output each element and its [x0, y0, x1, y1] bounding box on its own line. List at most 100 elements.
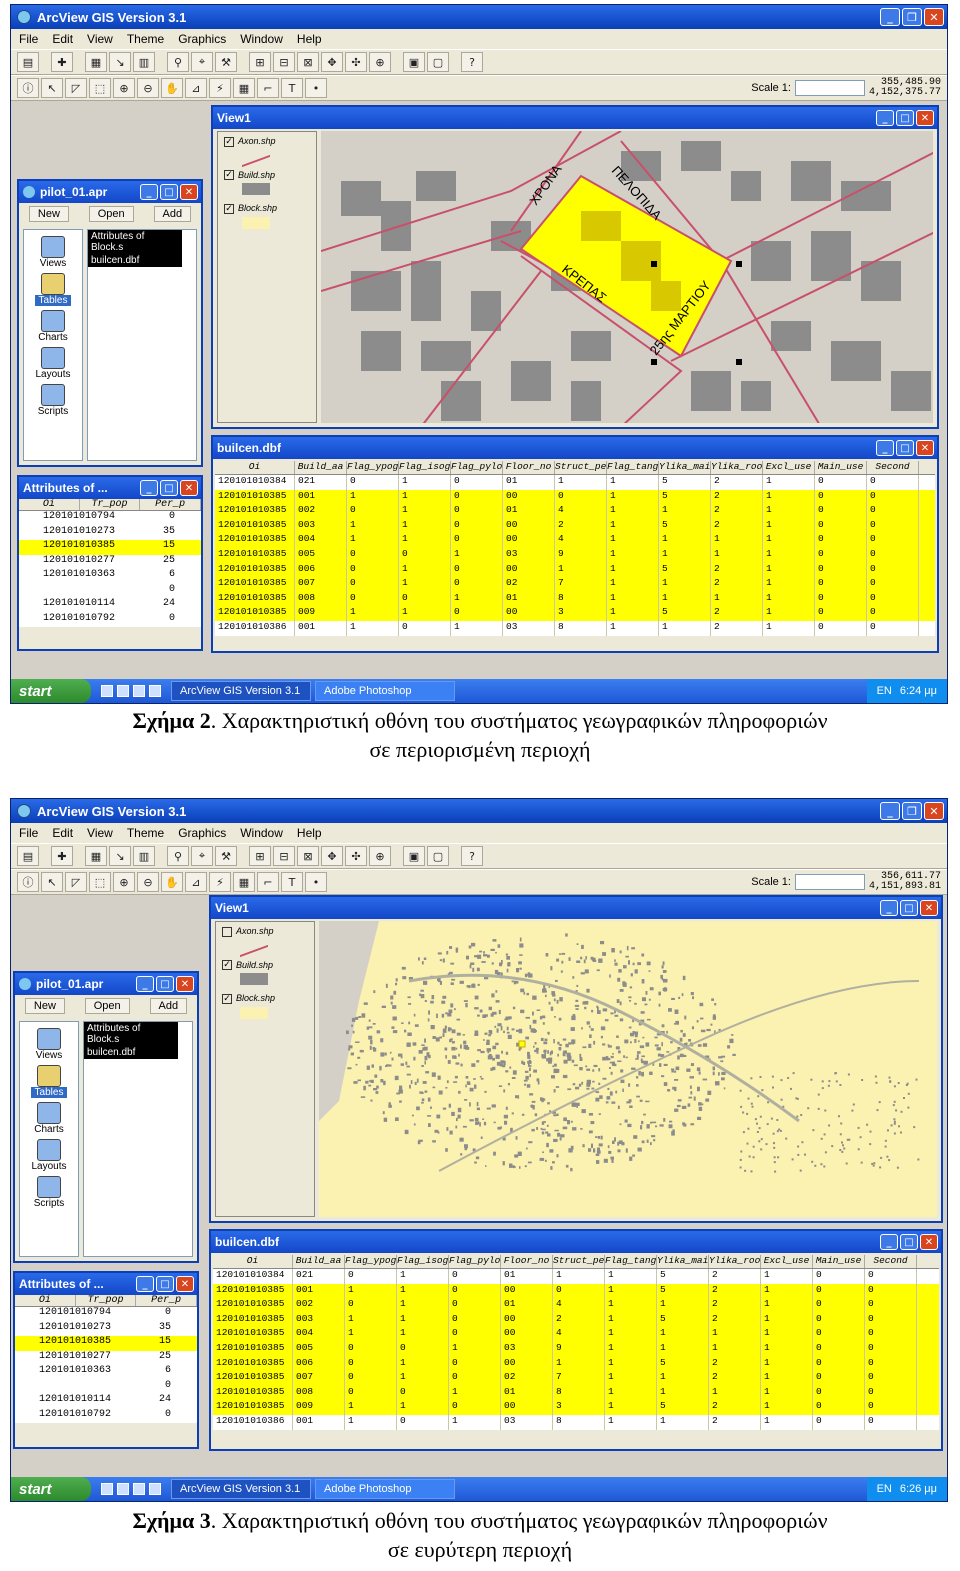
layouts-item[interactable]: Layouts	[35, 347, 71, 380]
open-button[interactable]: Open	[84, 998, 130, 1014]
column-header[interactable]: Flag_isog	[397, 1255, 449, 1268]
minimize-button[interactable]: _	[876, 110, 894, 126]
close-button[interactable]: ✕	[176, 1276, 194, 1292]
close-button[interactable]: ✕	[180, 480, 198, 496]
menu-theme[interactable]: Theme	[127, 32, 164, 46]
save-icon[interactable]: ▤	[17, 52, 39, 72]
attr-row[interactable]: 0	[19, 583, 201, 598]
minimize-button[interactable]: _	[140, 480, 158, 496]
new-button[interactable]: New	[24, 998, 65, 1014]
theme-build[interactable]: ✓ Build.shp	[218, 166, 316, 200]
add-button[interactable]: Add	[153, 206, 192, 222]
column-header[interactable]: Flag_pylot	[449, 1255, 501, 1268]
column-header[interactable]: Flag_pylot	[451, 461, 503, 474]
table-row[interactable]: 120101010386 001 1 0 1 03 8 1 1 2 1 0 0	[215, 620, 935, 636]
restore-button[interactable]: ❐	[902, 8, 922, 26]
column-header[interactable]: Excl_use	[763, 461, 815, 474]
table-row[interactable]: 120101010385 009 1 1 0 00 3 1 5 2 1 0 0	[215, 606, 935, 621]
maximize-button[interactable]: □	[896, 440, 914, 456]
checkbox[interactable]: ✓	[222, 960, 232, 971]
find-icon[interactable]: ⚲	[167, 846, 189, 866]
edit-legend-icon[interactable]: ↘	[109, 52, 131, 72]
attributes-window[interactable]: Attributes of ... _ □ ✕ Oi Tr_pop Per_p 1201…	[13, 1271, 199, 1449]
pan-hand-icon[interactable]: ✋	[161, 78, 183, 98]
column-header[interactable]: Flag_tange	[605, 1255, 657, 1268]
attr-row[interactable]: 120101010792 0	[15, 1408, 197, 1423]
minimize-button[interactable]: _	[880, 1234, 898, 1250]
doc-item[interactable]: Attributes of Block.s	[88, 230, 182, 254]
tables-item[interactable]: Tables	[30, 1065, 68, 1098]
table-row[interactable]: 120101010385 006 0 1 0 00 1 1 5 2 1 0 0	[213, 1356, 939, 1372]
theme-block[interactable]: ✓ Block.shp	[218, 199, 316, 233]
column-header[interactable]: Flag_isog	[399, 461, 451, 474]
column-header[interactable]: Excl_use	[761, 1255, 813, 1268]
column-header[interactable]: Main_use	[813, 1255, 865, 1268]
table-row[interactable]: 120101010385 004 1 1 0 00 4 1 1 1 1 0 0	[215, 533, 935, 548]
close-button[interactable]: ✕	[916, 440, 934, 456]
attr-row[interactable]: 120101010273 35	[15, 1321, 197, 1336]
pointer-icon[interactable]: ↖	[41, 872, 63, 892]
table-row[interactable]: 120101010384 021 0 1 0 01 1 1 5 2 1 0 0	[215, 475, 935, 490]
zoom-out-icon[interactable]: ✣	[345, 846, 367, 866]
select-features-icon[interactable]: ▣	[403, 846, 425, 866]
table-row[interactable]: 120101010385 002 0 1 0 01 4 1 1 2 1 0 0	[213, 1298, 939, 1313]
select-features-icon[interactable]: ▣	[403, 52, 425, 72]
table-row[interactable]: 120101010385 003 1 1 0 00 2 1 5 2 1 0 0	[215, 518, 935, 534]
ie-icon[interactable]	[101, 1483, 113, 1495]
text-icon[interactable]: T	[281, 872, 303, 892]
text-icon[interactable]: T	[281, 78, 303, 98]
attr-row[interactable]: 120101010792 0	[19, 612, 201, 627]
menu-theme[interactable]: Theme	[127, 826, 164, 840]
maximize-button[interactable]: □	[900, 900, 918, 916]
column-header[interactable]: Floor_no	[501, 1255, 553, 1268]
theme-axon[interactable]: ✓ Axon.shp	[218, 132, 316, 167]
col-header[interactable]: Per_p	[140, 499, 202, 510]
attr-row[interactable]: 120101010385 15	[19, 540, 201, 555]
view-window[interactable]: View1 _ □ ✕ Axon.shp ✓ Build.shp ✓ Block.shp	[209, 895, 943, 1223]
attr-row[interactable]: 120101010273 35	[19, 525, 201, 540]
table-row[interactable]: 120101010385 001 1 1 0 00 0 1 5 2 1 0 0	[215, 489, 935, 505]
table-row[interactable]: 120101010385 007 0 1 0 02 7 1 1 2 1 0 0	[215, 577, 935, 592]
zoom-in-tool-icon[interactable]: ⊕	[113, 872, 135, 892]
measure-icon[interactable]: ⊿	[185, 872, 207, 892]
column-header[interactable]: Oi	[215, 461, 295, 474]
zoom-active-icon[interactable]: ⊟	[273, 846, 295, 866]
close-button[interactable]: ✕	[176, 976, 194, 992]
clear-select-icon[interactable]: ▢	[427, 846, 449, 866]
theme-axon[interactable]: Axon.shp	[216, 922, 314, 957]
column-header[interactable]: Second	[865, 1255, 917, 1268]
minimize-button[interactable]: _	[136, 1276, 154, 1292]
project-window[interactable]: pilot_01.apr _ □ ✕ New Open Add Views Tabl…	[13, 971, 199, 1263]
attr-row[interactable]: 120101010277 25	[15, 1350, 197, 1365]
theme-props-icon[interactable]: ▦	[85, 52, 107, 72]
col-header[interactable]: Tr_pop	[80, 499, 141, 510]
add-theme-icon[interactable]: ✚	[51, 52, 73, 72]
checkbox[interactable]: ✓	[224, 203, 234, 214]
col-header[interactable]: Per_p	[136, 1295, 198, 1306]
task-arcview[interactable]: ArcView GIS Version 3.1	[171, 1479, 311, 1499]
task-arcview[interactable]: ArcView GIS Version 3.1	[171, 681, 311, 701]
start-button[interactable]: start	[11, 1477, 91, 1501]
table-row[interactable]: 120101010384 021 0 1 0 01 1 1 5 2 1 0 0	[213, 1269, 939, 1284]
table-row[interactable]: 120101010385 008 0 0 1 01 8 1 1 1 1 0 0	[213, 1385, 939, 1401]
zoom-in-icon[interactable]: ✥	[321, 846, 343, 866]
zoom-selected-icon[interactable]: ⊠	[297, 52, 319, 72]
table-row[interactable]: 120101010385 005 0 0 1 03 9 1 1 1 1 0 0	[213, 1341, 939, 1357]
open-table-icon[interactable]: ▥	[133, 846, 155, 866]
task-photoshop[interactable]: Adobe Photoshop	[315, 1479, 455, 1499]
menu-view[interactable]: View	[87, 32, 113, 46]
zoom-out-tool-icon[interactable]: ⊖	[137, 78, 159, 98]
minimize-button[interactable]: _	[140, 184, 158, 200]
table-window[interactable]: builcen.dbf _ □ ✕ Oi Build_aa Flag_ypog Flag_…	[209, 1229, 943, 1451]
tables-item[interactable]: Tables	[34, 273, 72, 306]
ie-icon[interactable]	[101, 685, 113, 697]
column-header[interactable]: Ylika_roof	[709, 1255, 761, 1268]
menu-view[interactable]: View	[87, 826, 113, 840]
col-header[interactable]: Oi	[15, 1295, 76, 1306]
zoom-full-icon[interactable]: ⊞	[249, 52, 271, 72]
close-button[interactable]: ✕	[924, 802, 944, 820]
checkbox[interactable]	[222, 926, 232, 937]
label-icon[interactable]: ⌐	[257, 872, 279, 892]
attr-row[interactable]: 120101010363 6	[15, 1365, 197, 1380]
query-icon[interactable]: ⚒	[215, 52, 237, 72]
